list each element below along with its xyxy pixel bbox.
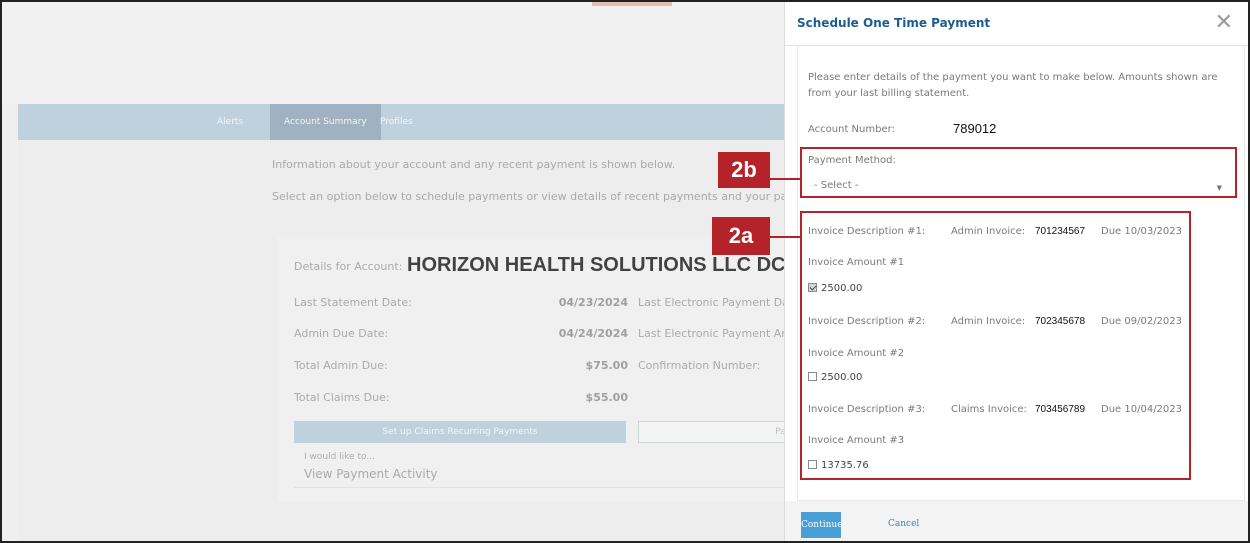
callout-box-2a	[800, 211, 1191, 480]
callout-box-2b	[800, 147, 1237, 198]
modal-footer: Continue Cancel	[785, 501, 1248, 541]
account-number-value: 789012	[953, 121, 997, 136]
continue-button[interactable]: Continue	[801, 512, 843, 538]
intro-text: Please enter details of the payment you …	[808, 72, 1218, 99]
callout-connector-2a	[770, 236, 800, 238]
cancel-link[interactable]: Cancel	[888, 519, 919, 529]
callout-tag-2b: 2b	[718, 152, 770, 188]
account-number-label: Account Number:	[808, 124, 895, 135]
close-icon[interactable]: ✕	[1215, 12, 1233, 34]
modal-header: Schedule One Time Payment ✕	[785, 2, 1248, 46]
callout-tag-2a: 2a	[712, 217, 770, 255]
screenshot-frame: Alerts Account Summary Profiles Informat…	[0, 0, 1250, 543]
modal-title: Schedule One Time Payment	[797, 16, 991, 30]
callout-connector-2b	[770, 178, 800, 180]
